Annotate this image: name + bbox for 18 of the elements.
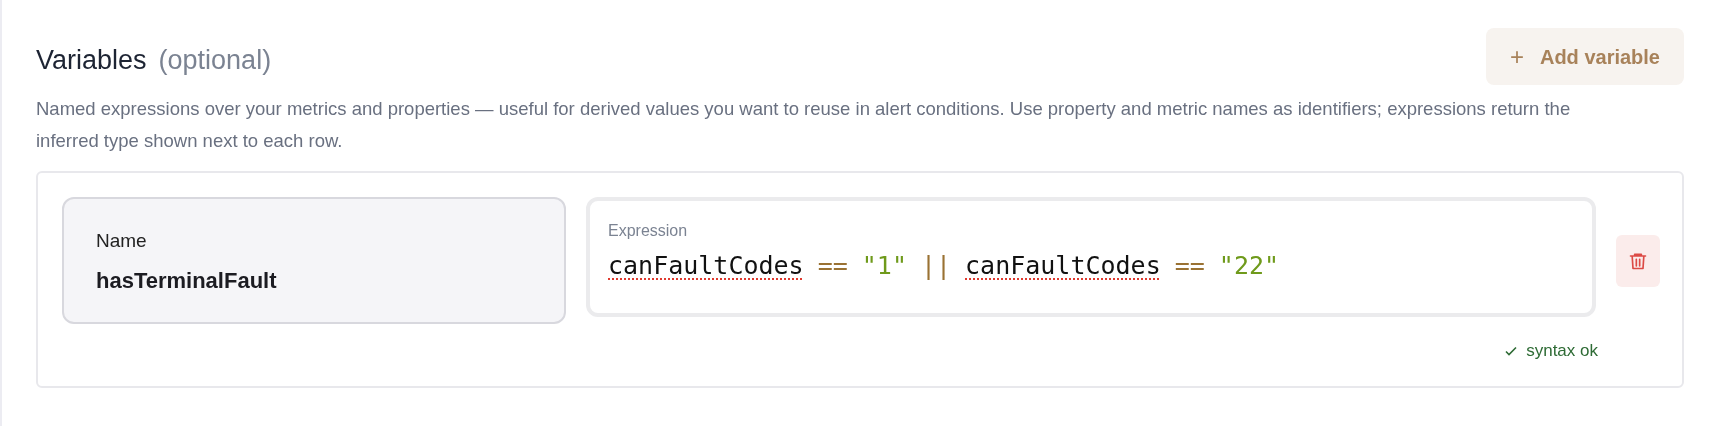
code-token: == bbox=[817, 250, 848, 282]
code-token: "22" bbox=[1218, 250, 1280, 282]
section-title: Variables bbox=[36, 44, 147, 78]
syntax-status: syntax ok bbox=[1526, 340, 1598, 362]
name-field[interactable]: Name hasTerminalFault bbox=[62, 197, 566, 324]
plus-icon: + bbox=[1509, 38, 1524, 75]
code-token: canFaultCodes bbox=[608, 250, 804, 282]
field-value: hasTerminalFault bbox=[96, 266, 278, 295]
delete-button[interactable] bbox=[1616, 235, 1660, 287]
code-token: == bbox=[1174, 250, 1205, 282]
section-description: Named expressions over your metrics and properties — useful for derived values you want to reuse in alert conditions. Use property and metric names as identifiers; expressions return the inferred type shown next to each row. bbox=[36, 97, 1572, 153]
field-label: Expression bbox=[608, 221, 689, 241]
section-subtitle: (optional) bbox=[158, 44, 272, 78]
code-token: "1" bbox=[861, 250, 907, 282]
field-label: Name bbox=[96, 229, 148, 253]
code-token: canFaultCodes bbox=[965, 250, 1161, 282]
code-token: || bbox=[920, 250, 952, 282]
expression-field[interactable]: Expression canFaultCodes == "1" || canFaultCodes == "22" bbox=[586, 197, 1596, 317]
